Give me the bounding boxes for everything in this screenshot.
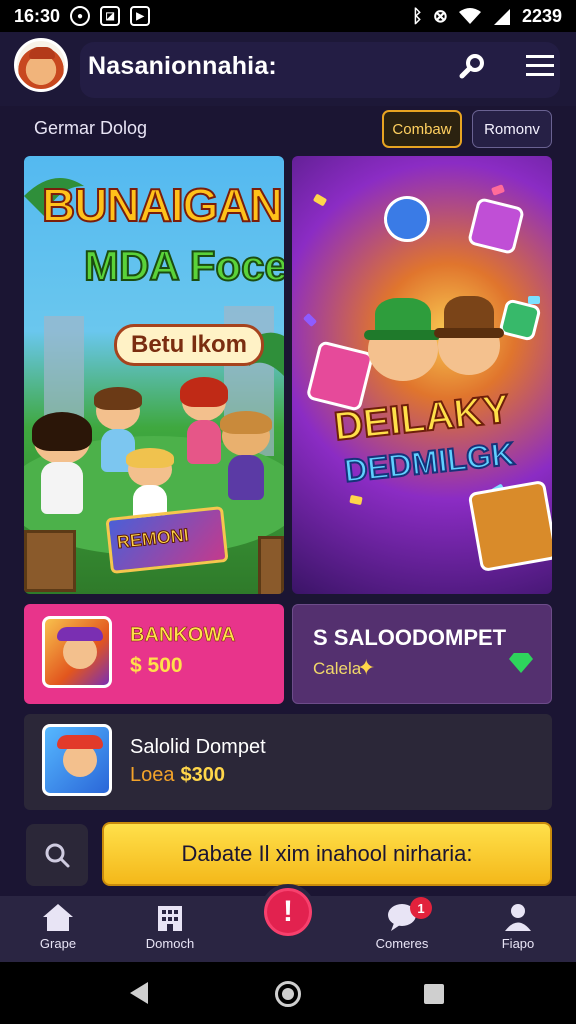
dice-cube xyxy=(498,298,542,342)
card-price: $300 xyxy=(180,764,226,786)
system-nav-bar xyxy=(0,962,576,1024)
home-circle-icon[interactable] xyxy=(275,981,301,1007)
banner-left-title: BUNAIGAN xyxy=(41,178,284,232)
status-time: 16:30 xyxy=(14,5,61,26)
confetti xyxy=(302,312,318,328)
banner-left-subtitle: MDA Focen xyxy=(83,241,284,290)
chip-combaw[interactable]: Combaw xyxy=(382,110,462,148)
nav-label: Comeres xyxy=(375,936,429,951)
green-hat-boy-character xyxy=(363,298,443,388)
signal-icon xyxy=(493,9,510,25)
banner-left-badge: Betu Ikom xyxy=(114,324,265,366)
game-box-label: REMONI xyxy=(115,524,190,553)
offer-card-salolid-dompet[interactable]: Salolid Dompet Loea $300 xyxy=(24,714,552,810)
wifi-icon xyxy=(458,8,481,24)
card-price: $ 500 xyxy=(130,654,183,677)
gallery-icon: ◪ xyxy=(100,6,121,26)
gem-icon xyxy=(509,653,533,673)
bluetooth-icon: ᛒ xyxy=(412,5,423,26)
featured-banner-right[interactable]: DEILAKY DEDMILGK xyxy=(292,156,552,594)
section-label: Germar Dolog xyxy=(34,118,148,138)
confetti xyxy=(312,193,328,207)
nav-building[interactable]: Domoch xyxy=(120,902,220,958)
menu-icon xyxy=(526,55,554,76)
search-button[interactable] xyxy=(454,48,490,84)
kid-girl-character xyxy=(31,412,93,514)
gold-block xyxy=(467,479,552,573)
search-icon xyxy=(45,843,70,868)
search-box-button[interactable] xyxy=(26,824,88,886)
avatar[interactable] xyxy=(14,38,68,92)
offer-card-bankowa[interactable]: BANKOWA $ 500 xyxy=(24,604,284,704)
notification-badge: 1 xyxy=(410,897,432,919)
nav-label: Grape xyxy=(39,936,77,951)
cta-button[interactable]: Dabate Il xim inahool nirharia: xyxy=(102,822,552,886)
kid-cat-character xyxy=(220,410,272,500)
back-icon[interactable] xyxy=(130,982,148,1004)
status-right-time: 2239 xyxy=(521,5,562,26)
crate-right xyxy=(258,536,284,594)
recents-icon[interactable] xyxy=(424,984,444,1004)
brown-hat-boy-character xyxy=(434,296,504,380)
card-title: Salolid Dompet xyxy=(130,736,266,758)
crate-left xyxy=(24,530,76,592)
card-subtitle: Loea $300 xyxy=(130,764,225,787)
section-bar: Germar Dolog Combaw Romonv xyxy=(0,106,576,152)
nav-comments[interactable]: Comeres xyxy=(352,902,452,958)
nav-label: Fiapo xyxy=(501,936,535,951)
nav-label: Domoch xyxy=(145,936,195,951)
card-title: S SALOODOMPET xyxy=(313,625,507,650)
genie-character xyxy=(379,191,435,247)
confetti xyxy=(490,184,506,196)
dice-cube xyxy=(466,196,526,256)
nav-profile[interactable]: Fiapo xyxy=(468,902,568,958)
app-header: Nasanionnahia: xyxy=(0,32,576,106)
card-subtitle: Calela xyxy=(313,659,362,678)
confetti xyxy=(349,494,363,506)
vibrate-icon: ⊗ xyxy=(432,5,448,26)
nav-home[interactable]: Grape xyxy=(8,902,108,958)
profile-icon xyxy=(505,904,531,931)
card-sub-label: Loea xyxy=(130,764,175,786)
search-icon xyxy=(459,54,484,79)
app-title: Nasanionnahia: xyxy=(88,52,277,80)
record-icon: ● xyxy=(70,6,91,26)
home-icon xyxy=(43,904,73,931)
menu-button[interactable] xyxy=(522,48,558,84)
building-icon xyxy=(158,906,182,931)
fab-button[interactable]: ! xyxy=(260,884,316,940)
card-thumbnail xyxy=(42,616,112,688)
card-thumbnail xyxy=(42,724,112,796)
confetti xyxy=(528,296,540,304)
card-title: BANKOWA xyxy=(130,624,236,647)
sparkle-icon: ✦ xyxy=(357,655,376,680)
featured-banner-left[interactable]: BUNAIGAN MDA Focen Betu Ikom REMONI xyxy=(24,156,284,594)
chip-romonv[interactable]: Romonv xyxy=(472,110,552,148)
offer-card-saloodompet[interactable]: S SALOODOMPET Calela ✦ xyxy=(292,604,552,704)
play-store-icon: ▶ xyxy=(130,6,151,26)
status-bar: 16:30 ● ◪ ▶ ᛒ ⊗ 2239 xyxy=(0,0,576,32)
